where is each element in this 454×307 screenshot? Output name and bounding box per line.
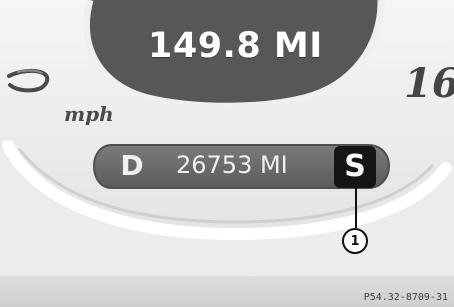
- instrument-cluster-illustration: 149.8 MI mph 16 D 26753 MI S 1 P54.32-87…: [0, 0, 454, 307]
- odometer-readout: 26753 MI: [176, 151, 288, 179]
- trip-distance-readout: 149.8 MI: [148, 26, 323, 66]
- speed-unit-label: mph: [64, 102, 114, 126]
- gear-indicator: D: [120, 149, 144, 182]
- drive-mode-letter: S: [344, 149, 366, 184]
- image-reference-code: P54.32-8709-31: [363, 292, 448, 303]
- callout-number: 1: [350, 233, 360, 249]
- callout-marker: 1: [342, 228, 368, 254]
- speedometer-scale-number: 16: [404, 60, 454, 107]
- drive-mode-indicator: S: [334, 146, 376, 188]
